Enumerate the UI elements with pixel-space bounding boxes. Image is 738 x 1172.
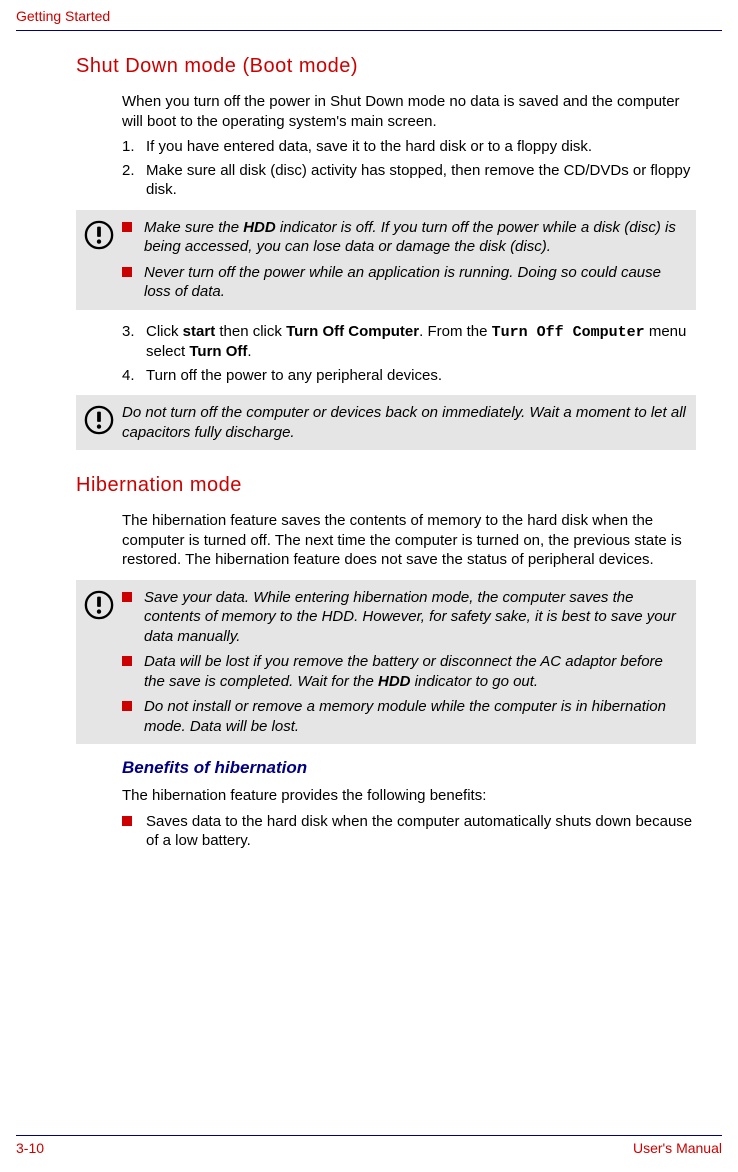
caution3-item-memory: Do not install or remove a memory module… bbox=[122, 697, 686, 736]
caution-box-3: Save your data. While entering hibernati… bbox=[76, 580, 696, 745]
benefit-item-1: Saves data to the hard disk when the com… bbox=[122, 812, 696, 851]
red-square-bullet bbox=[122, 816, 132, 826]
page-footer: 3-10 User's Manual bbox=[16, 1135, 722, 1156]
shutdown-intro: When you turn off the power in Shut Down… bbox=[122, 92, 696, 131]
caution2-text: Do not turn off the computer or devices … bbox=[122, 403, 686, 442]
benefits-list: Saves data to the hard disk when the com… bbox=[122, 812, 696, 851]
step-4: Turn off the power to any peripheral dev… bbox=[122, 366, 696, 386]
shutdown-steps-1-2: If you have entered data, save it to the… bbox=[122, 137, 696, 200]
caution1-item-hdd: Make sure the HDD indicator is off. If y… bbox=[122, 218, 686, 257]
shutdown-steps-3-4: Click start then click Turn Off Computer… bbox=[122, 322, 696, 386]
hibernation-intro: The hibernation feature saves the conten… bbox=[122, 511, 696, 570]
step-1: If you have entered data, save it to the… bbox=[122, 137, 696, 157]
caution3-item-battery: Data will be lost if you remove the batt… bbox=[122, 652, 686, 691]
caution-box-1: Make sure the HDD indicator is off. If y… bbox=[76, 210, 696, 310]
benefits-intro: The hibernation feature provides the fol… bbox=[122, 786, 696, 806]
caution-icon bbox=[76, 218, 122, 302]
red-square-bullet bbox=[122, 592, 132, 602]
red-square-bullet bbox=[122, 267, 132, 277]
section-hibernation-title: Hibernation mode bbox=[76, 474, 702, 497]
header-chapter: Getting Started bbox=[0, 0, 738, 28]
red-square-bullet bbox=[122, 656, 132, 666]
footer-manual-label: User's Manual bbox=[633, 1140, 722, 1156]
caution-box-2: Do not turn off the computer or devices … bbox=[76, 395, 696, 450]
red-square-bullet bbox=[122, 222, 132, 232]
page-content: Shut Down mode (Boot mode) When you turn… bbox=[0, 55, 738, 851]
footer-rule bbox=[16, 1135, 722, 1136]
step-2: Make sure all disk (disc) activity has s… bbox=[122, 161, 696, 200]
header-rule bbox=[16, 30, 722, 31]
caution3-item-save: Save your data. While entering hibernati… bbox=[122, 588, 686, 647]
caution1-item-app: Never turn off the power while an applic… bbox=[122, 263, 686, 302]
red-square-bullet bbox=[122, 701, 132, 711]
caution-icon bbox=[76, 588, 122, 737]
footer-page-number: 3-10 bbox=[16, 1140, 44, 1156]
benefits-subheading: Benefits of hibernation bbox=[122, 758, 702, 778]
step-3: Click start then click Turn Off Computer… bbox=[122, 322, 696, 362]
section-shutdown-title: Shut Down mode (Boot mode) bbox=[76, 55, 702, 78]
caution-icon bbox=[76, 403, 122, 442]
